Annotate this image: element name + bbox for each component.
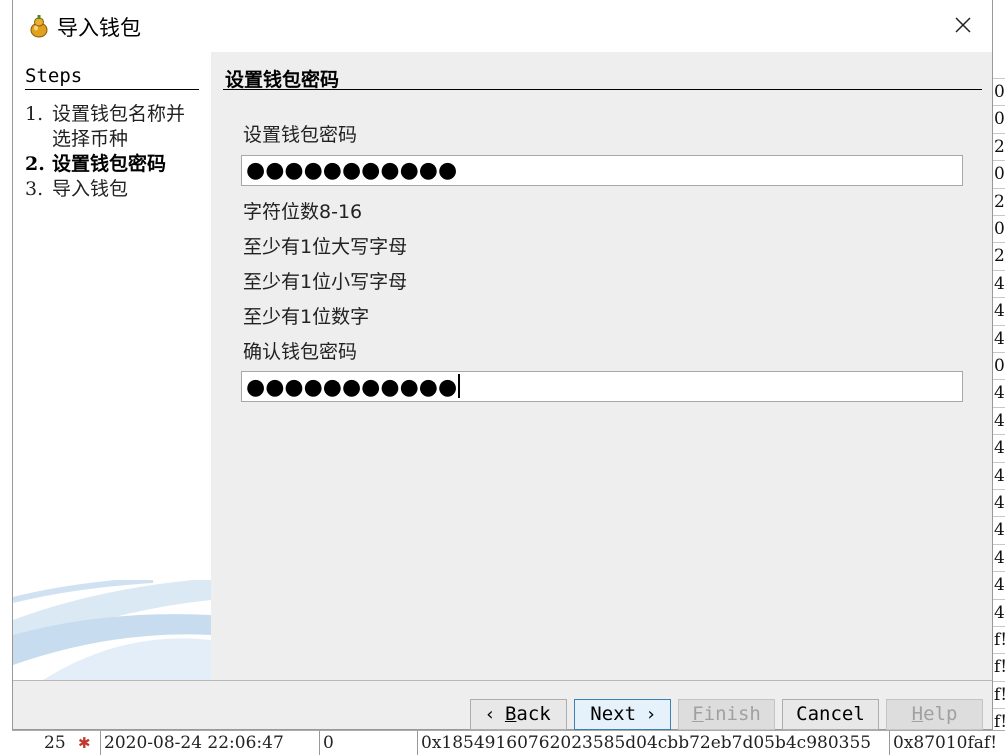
steps-panel: Steps 1. 设置钱包名称并 选择币种 2. 设置钱包密码 3. 导入钱包 bbox=[13, 52, 211, 680]
row-hash: 0x18549160762023585d04cbb72eb7d05b4c9803… bbox=[421, 733, 872, 753]
row-timestamp: 2020-08-24 22:06:47 bbox=[104, 733, 284, 753]
finish-button[interactable]: Finish bbox=[678, 699, 775, 730]
back-button[interactable]: ‹ Back bbox=[470, 699, 567, 730]
confirm-password-mask: ●●●●●●●●●●● bbox=[246, 374, 461, 401]
panel-divider bbox=[223, 89, 982, 90]
confirm-password-field[interactable]: ●●●●●●●●●●● bbox=[241, 371, 963, 402]
step-label-continued: 选择币种 bbox=[52, 128, 129, 150]
chevron-left-icon: ‹ bbox=[486, 704, 494, 725]
step-number: 3. bbox=[25, 178, 44, 200]
chevron-right-icon: › bbox=[647, 704, 655, 725]
step-label: 导入钱包 bbox=[52, 178, 129, 200]
step-item-1: 1. 设置钱包名称并 选择币种 bbox=[25, 102, 185, 152]
import-wallet-dialog: 导入钱包 Steps 1. 设置钱包名称并 选择币种 2. 设置钱包密码 3. 导入钱… bbox=[12, 0, 993, 730]
confirm-password-label: 确认钱包密码 bbox=[243, 341, 358, 363]
panel-title: 设置钱包密码 bbox=[225, 69, 340, 91]
cancel-button[interactable]: Cancel bbox=[782, 699, 879, 730]
dialog-title: 导入钱包 bbox=[57, 16, 141, 40]
step-number: 2. bbox=[25, 153, 45, 175]
step-item-3: 3. 导入钱包 bbox=[25, 177, 128, 202]
rule-length: 字符位数8-16 bbox=[243, 201, 363, 223]
next-button[interactable]: Next › bbox=[574, 699, 671, 730]
password-field[interactable]: ●●●●●●●●●●● bbox=[241, 155, 963, 186]
text-caret bbox=[458, 374, 461, 398]
background-table-row: 25 ✱ 2020-08-24 22:06:47 0 0x18549160762… bbox=[12, 730, 1005, 755]
step-label: 设置钱包密码 bbox=[52, 153, 167, 175]
step-label: 设置钱包名称并 bbox=[52, 103, 186, 125]
step-number: 1. bbox=[25, 103, 44, 125]
rule-lowercase: 至少有1位小写字母 bbox=[243, 271, 408, 293]
row-number: 25 bbox=[44, 733, 66, 753]
footer-divider bbox=[13, 680, 992, 681]
decorative-swoosh bbox=[13, 580, 211, 680]
background-table-cell: f! bbox=[992, 680, 1005, 707]
steps-heading: Steps bbox=[25, 65, 83, 87]
password-label: 设置钱包密码 bbox=[243, 124, 358, 146]
steps-divider bbox=[25, 89, 199, 90]
gourd-app-icon bbox=[30, 15, 48, 38]
status-icon: ✱ bbox=[78, 734, 91, 752]
step-item-2: 2. 设置钱包密码 bbox=[25, 152, 166, 177]
row-address: 0x87010faf! bbox=[893, 733, 998, 753]
title-bar: 导入钱包 bbox=[13, 0, 992, 52]
password-mask: ●●●●●●●●●●● bbox=[246, 158, 458, 183]
rule-uppercase: 至少有1位大写字母 bbox=[243, 236, 408, 258]
row-value: 0 bbox=[323, 733, 334, 753]
content-panel: 设置钱包密码 设置钱包密码 ●●●●●●●●●●● 字符位数8-16 至少有1位… bbox=[211, 52, 994, 680]
rule-digit: 至少有1位数字 bbox=[243, 306, 370, 328]
help-button[interactable]: Help bbox=[886, 699, 983, 730]
close-icon[interactable] bbox=[952, 14, 974, 36]
